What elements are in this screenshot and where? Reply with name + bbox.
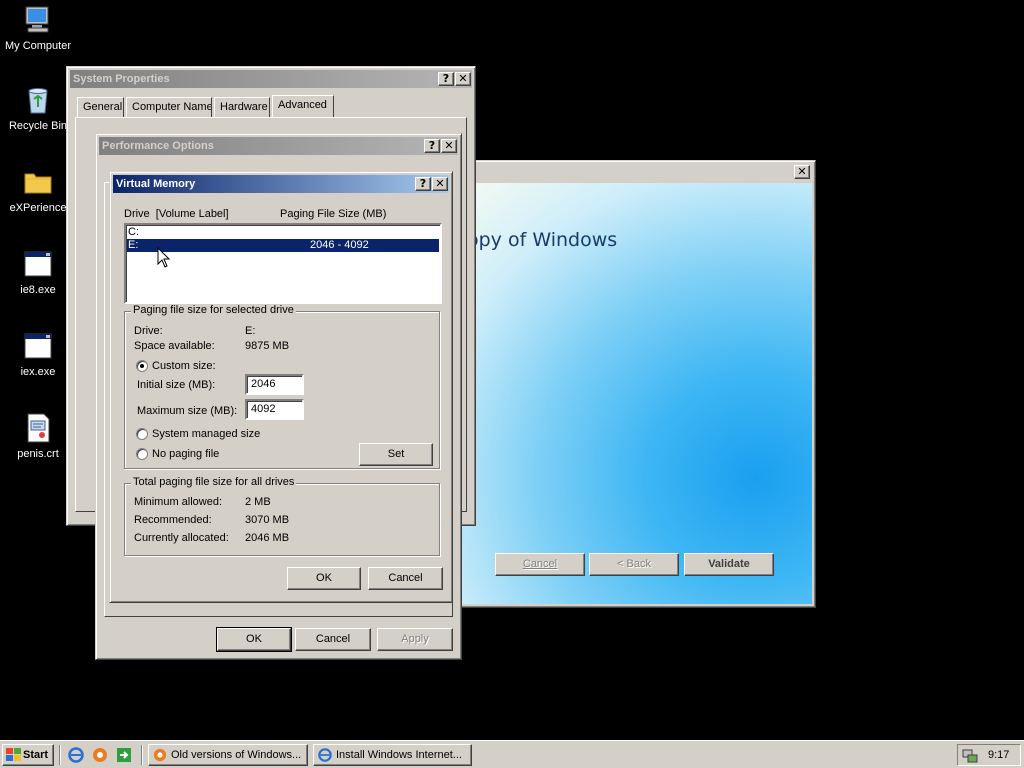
close-icon: ✕ (458, 72, 468, 85)
validation-validate-button[interactable]: Validate (684, 553, 774, 576)
ok-button[interactable]: OK (216, 627, 292, 652)
system-managed-label[interactable]: System managed size (152, 428, 260, 440)
drive-list-item[interactable]: C: (127, 226, 439, 239)
taskbar-button-install-ie[interactable]: Install Windows Internet... (313, 744, 472, 766)
browser-icon (153, 748, 167, 762)
currently-allocated-value: 2046 MB (245, 532, 290, 544)
recommended-label: Recommended: (134, 514, 212, 526)
start-button[interactable]: Start (2, 744, 54, 766)
my-computer-icon (25, 6, 49, 33)
validation-titlebar (444, 164, 812, 182)
certificate-icon (27, 413, 50, 443)
currently-allocated-label: Currently allocated: (134, 532, 229, 544)
close-button[interactable]: ✕ (441, 139, 457, 153)
drive-label: Drive: (134, 325, 163, 337)
drive-letter: C: (128, 226, 139, 238)
performance-options-titlebar: Performance Options (99, 137, 458, 155)
cancel-button[interactable]: Cancel (368, 567, 443, 590)
recommended-value: 3070 MB (245, 514, 290, 526)
taskbar: Start Old versions of Windows... Install… (0, 740, 1024, 768)
ie-quicklaunch-icon[interactable] (68, 747, 84, 763)
mouse-cursor-icon (157, 247, 171, 268)
taskbar-button-old-versions[interactable]: Old versions of Windows... (148, 744, 308, 766)
no-paging-label[interactable]: No paging file (152, 448, 219, 460)
initial-size-input[interactable]: 2046 (245, 374, 304, 395)
virtual-memory-window: Virtual Memory ? ✕ Drive [Volume Label] … (109, 171, 453, 603)
drive-letter: E: (128, 239, 139, 251)
space-available-value: 9875 MB (245, 340, 290, 352)
ok-button[interactable]: OK (287, 567, 361, 590)
drive-list[interactable]: C: E: 2046 - 4092 (124, 223, 442, 304)
validation-back-button[interactable]: < Back (589, 553, 679, 576)
tab-advanced[interactable]: Advanced (272, 95, 334, 117)
drive-list-item-selected[interactable]: E: 2046 - 4092 (127, 239, 439, 252)
group-label: Paging file size for selected drive (131, 304, 296, 316)
exe-icon (24, 251, 52, 277)
validation-close-button[interactable]: ✕ (794, 165, 810, 179)
close-icon: ✕ (435, 177, 445, 190)
maximum-size-input[interactable]: 4092 (245, 399, 304, 420)
system-tray: 9:17 (957, 744, 1021, 766)
selected-drive-group: Paging file size for selected drive Driv… (124, 304, 440, 469)
close-button[interactable]: ✕ (455, 72, 471, 86)
drive-column-header: Drive [Volume Label] (124, 208, 229, 220)
exe-icon (24, 333, 52, 359)
space-available-label: Space available: (134, 340, 215, 352)
help-button[interactable]: ? (438, 72, 454, 86)
minimum-allowed-value: 2 MB (245, 496, 271, 508)
taskbar-button-label: Install Windows Internet... (336, 749, 462, 761)
desktop-icon-label: My Computer (4, 40, 72, 52)
custom-size-label[interactable]: Custom size: (152, 360, 216, 372)
tab-hardware[interactable]: Hardware (214, 97, 270, 117)
taskbar-separator (141, 745, 143, 765)
recycle-bin-icon (28, 88, 48, 114)
help-icon: ? (428, 139, 436, 152)
taskbar-button-label: Old versions of Windows... (171, 749, 302, 761)
total-paging-group: Total paging file size for all drives Mi… (124, 476, 440, 556)
clock[interactable]: 9:17 (988, 749, 1009, 761)
size-column-header: Paging File Size (MB) (280, 208, 387, 220)
window-title: Virtual Memory (116, 178, 196, 190)
network-tray-icon[interactable] (962, 748, 978, 764)
validation-heading: opy of Windows (467, 229, 618, 251)
browser-quicklaunch-icon[interactable] (92, 747, 108, 763)
minimum-allowed-label: Minimum allowed: (134, 496, 223, 508)
window-title: System Properties (73, 73, 170, 85)
validation-window: ✕ opy of Windows Cancel < Back Validate (440, 160, 816, 608)
close-button[interactable]: ✕ (432, 177, 448, 191)
cancel-button[interactable]: Cancel (295, 628, 371, 651)
apply-button[interactable]: Apply (377, 628, 453, 651)
ie-icon (318, 748, 332, 762)
system-properties-titlebar: System Properties (70, 70, 472, 88)
green-arrow-quicklaunch-icon[interactable] (116, 747, 132, 763)
help-icon: ? (442, 72, 450, 85)
validation-cancel-button[interactable]: Cancel (495, 553, 585, 576)
close-icon: ✕ (444, 139, 454, 152)
virtual-memory-titlebar: Virtual Memory (113, 175, 449, 193)
help-button[interactable]: ? (424, 139, 440, 153)
close-icon: ✕ (797, 165, 807, 178)
no-paging-radio[interactable] (136, 448, 148, 460)
system-managed-radio[interactable] (136, 428, 148, 440)
window-title: Performance Options (102, 140, 214, 152)
drive-paging-size: 2046 - 4092 (310, 239, 369, 251)
custom-size-radio[interactable] (136, 360, 148, 372)
maximum-size-label: Maximum size (MB): (137, 405, 238, 417)
tab-computer-name[interactable]: Computer Name (126, 97, 212, 117)
drive-value: E: (245, 325, 256, 337)
folder-icon (24, 173, 52, 194)
set-button[interactable]: Set (359, 443, 433, 466)
group-label: Total paging file size for all drives (131, 476, 297, 488)
help-button[interactable]: ? (415, 177, 431, 191)
windows-logo-icon (6, 748, 21, 761)
start-label: Start (23, 749, 49, 761)
desktop-icon-my-computer[interactable]: My Computer (0, 4, 78, 52)
help-icon: ? (419, 177, 427, 190)
initial-size-label: Initial size (MB): (137, 379, 216, 391)
tab-general[interactable]: General (77, 97, 124, 117)
taskbar-separator (59, 745, 61, 765)
